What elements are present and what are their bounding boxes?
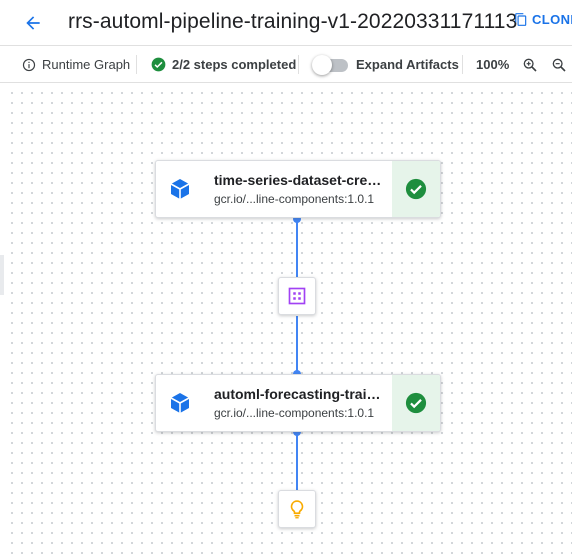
toolbar-divider — [298, 55, 299, 74]
check-circle-icon — [151, 57, 166, 72]
zoom-level: 100% — [476, 57, 510, 72]
pipeline-node[interactable]: time-series-dataset-create gcr.io/...lin… — [155, 160, 441, 218]
zoom-out-icon — [552, 58, 566, 72]
graph-canvas[interactable] — [4, 84, 572, 556]
arrow-back-icon — [26, 16, 40, 30]
check-circle-icon — [405, 392, 427, 414]
zoom-in-button[interactable] — [522, 46, 538, 83]
node-name: automl-forecasting-training-job — [214, 386, 384, 402]
canvas-edge-handle — [0, 255, 4, 295]
pipeline-node[interactable]: automl-forecasting-training-job gcr.io/.… — [155, 374, 441, 432]
node-status — [392, 161, 440, 217]
node-image: gcr.io/...line-components:1.0.1 — [214, 406, 375, 420]
artifact-dataset[interactable] — [278, 277, 316, 315]
dataset-icon — [288, 287, 306, 305]
runtime-graph-info[interactable]: Runtime Graph — [22, 46, 130, 83]
steps-label: 2/2 steps completed — [172, 57, 297, 72]
info-icon — [22, 58, 36, 71]
toggle-knob — [312, 54, 332, 75]
zoom-in-icon — [523, 58, 537, 72]
component-cube-icon — [170, 393, 190, 413]
zoom-out-button[interactable] — [551, 46, 567, 83]
expand-artifacts-toggle[interactable] — [312, 54, 350, 75]
component-cube-icon — [170, 179, 190, 199]
toolbar-divider — [136, 55, 137, 74]
node-name: time-series-dataset-create — [214, 172, 384, 188]
node-image: gcr.io/...line-components:1.0.1 — [214, 192, 375, 206]
node-status — [392, 375, 440, 431]
expand-artifacts-label: Expand Artifacts — [356, 57, 459, 72]
clone-label: CLONE — [532, 12, 572, 27]
page-title: rrs-automl-pipeline-training-v1-20220331… — [68, 10, 518, 33]
expand-artifacts: Expand Artifacts — [312, 46, 459, 83]
check-circle-icon — [405, 178, 427, 200]
runtime-graph-label: Runtime Graph — [42, 57, 131, 72]
graph-edge — [296, 219, 298, 277]
graph-edge — [296, 316, 298, 374]
back-button[interactable] — [18, 8, 48, 38]
steps-status: 2/2 steps completed — [151, 46, 296, 83]
page-header: rrs-automl-pipeline-training-v1-20220331… — [0, 0, 572, 46]
graph-toolbar: Runtime Graph 2/2 steps completed Expand… — [0, 46, 572, 83]
graph-edge — [296, 432, 298, 490]
toolbar-divider — [462, 55, 463, 74]
lightbulb-icon — [290, 500, 304, 519]
artifact-model[interactable] — [278, 490, 316, 528]
copy-icon — [515, 13, 527, 26]
clone-button[interactable]: CLONE — [514, 12, 572, 27]
